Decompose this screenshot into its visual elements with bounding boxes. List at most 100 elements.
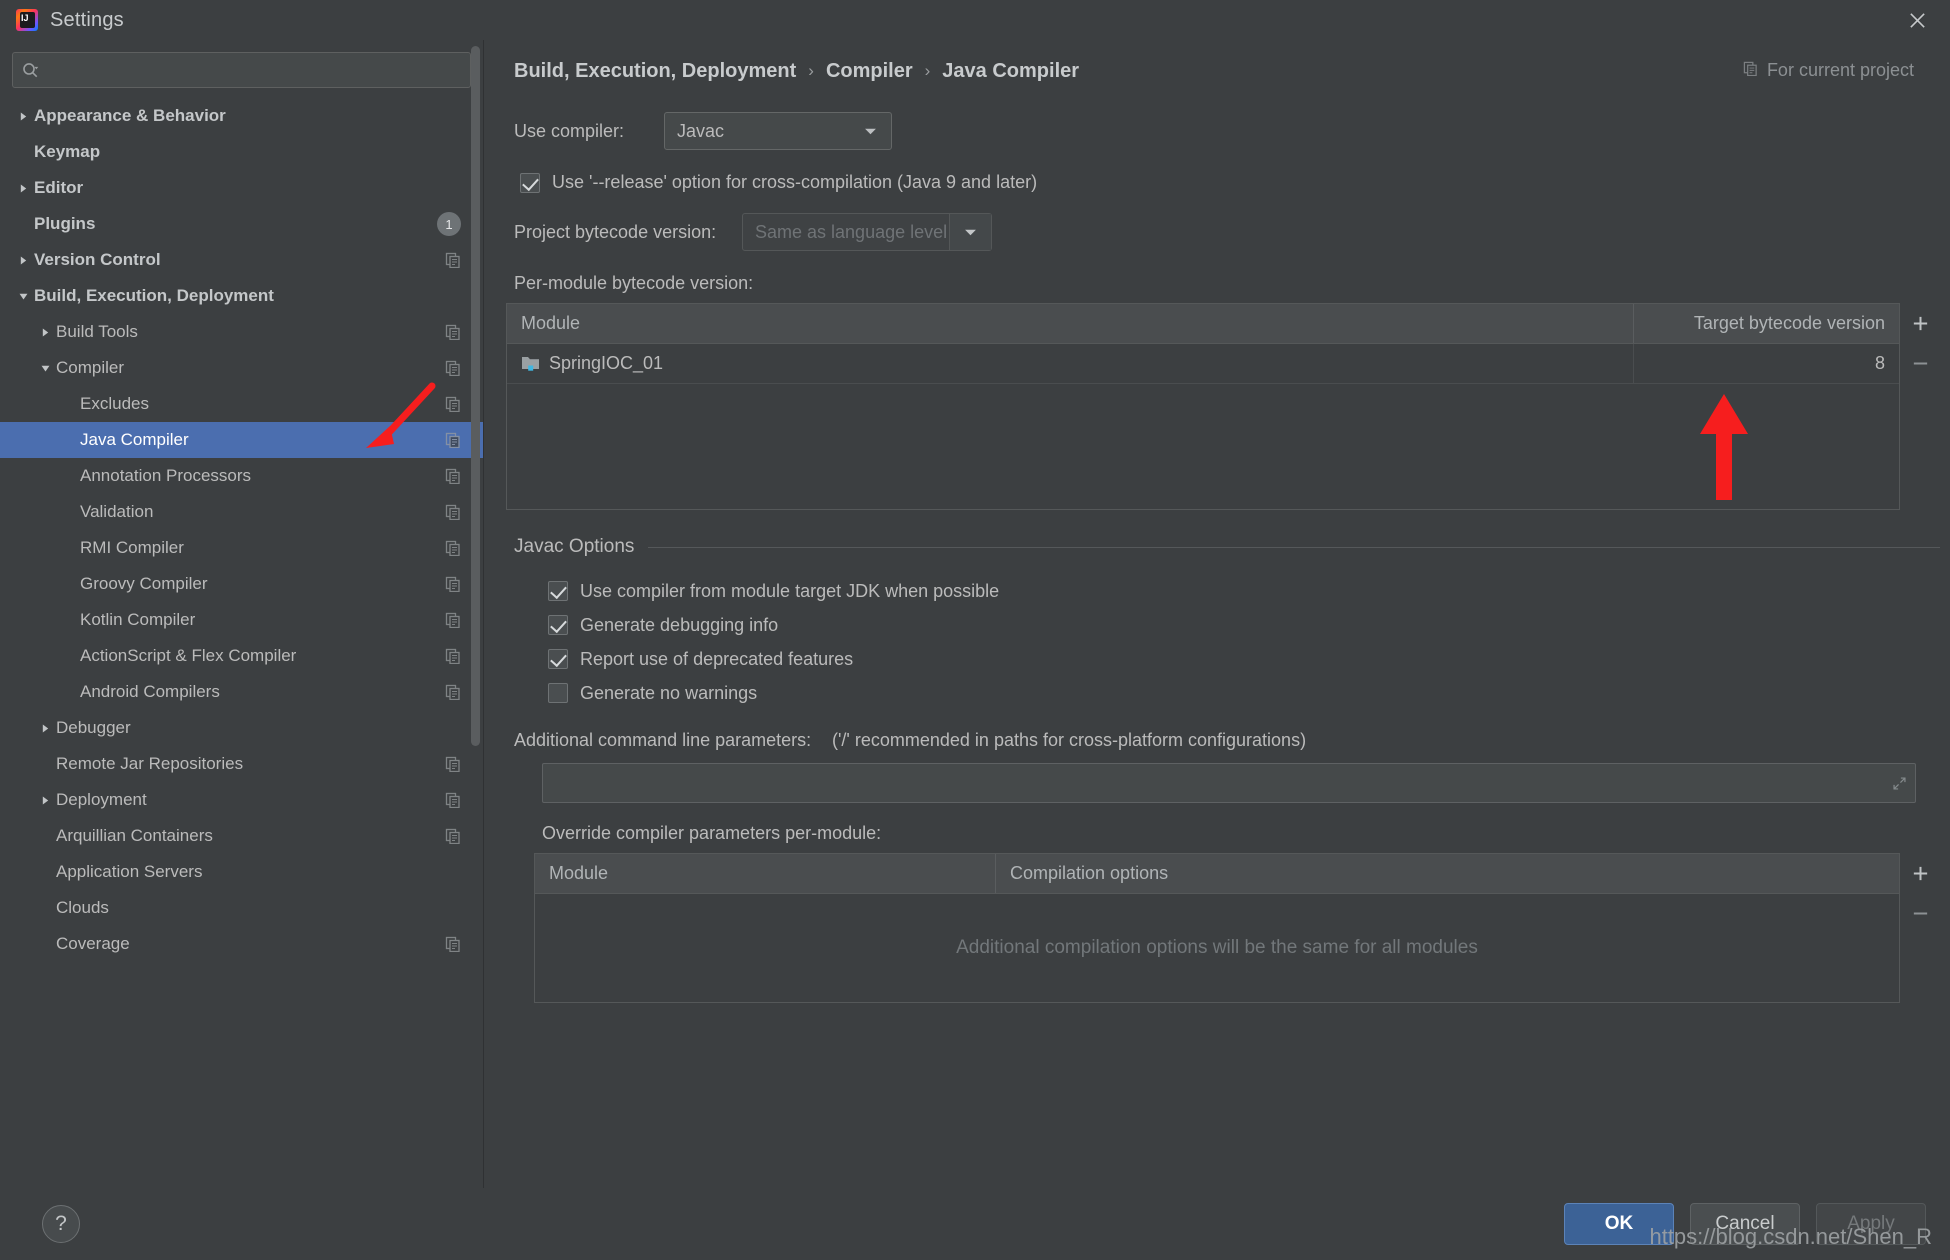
copy-settings-icon[interactable] xyxy=(445,324,461,341)
sidebar-item-label: Build Tools xyxy=(56,322,138,341)
sidebar-item-excludes[interactable]: Excludes xyxy=(0,386,483,422)
javac-option-checkbox[interactable] xyxy=(548,581,568,601)
column-header-target-bytecode[interactable]: Target bytecode version xyxy=(1633,304,1899,343)
sidebar-item-remote-jar-repositories[interactable]: Remote Jar Repositories xyxy=(0,746,483,782)
sidebar-item-android-compilers[interactable]: Android Compilers xyxy=(0,674,483,710)
sidebar-item-kotlin-compiler[interactable]: Kotlin Compiler xyxy=(0,602,483,638)
copy-settings-icon[interactable] xyxy=(445,612,461,629)
module-cell[interactable]: SpringIOC_01 xyxy=(507,344,1633,383)
sidebar-item-validation[interactable]: Validation xyxy=(0,494,483,530)
sidebar-item-build-execution-deployment[interactable]: Build, Execution, Deployment xyxy=(0,278,483,314)
cancel-button[interactable]: Cancel xyxy=(1690,1203,1800,1245)
breadcrumb-item-1[interactable]: Compiler xyxy=(826,60,913,83)
javac-option-checkbox[interactable] xyxy=(548,683,568,703)
javac-option-row[interactable]: Use compiler from module target JDK when… xyxy=(506,574,1950,608)
chevron-right-icon[interactable] xyxy=(12,112,34,121)
override-table-header: Module Compilation options xyxy=(535,854,1899,894)
copy-settings-icon[interactable] xyxy=(445,504,461,521)
sidebar-item-build-tools[interactable]: Build Tools xyxy=(0,314,483,350)
copy-settings-icon[interactable] xyxy=(445,936,461,953)
copy-settings-icon[interactable] xyxy=(445,252,461,269)
copy-settings-icon[interactable] xyxy=(445,792,461,809)
sidebar-item-java-compiler[interactable]: Java Compiler xyxy=(0,422,483,458)
sidebar-item-deployment[interactable]: Deployment xyxy=(0,782,483,818)
additional-params-field-wrap xyxy=(542,763,1916,803)
column-header-compilation-options[interactable]: Compilation options xyxy=(995,854,1899,893)
sidebar-item-annotation-processors[interactable]: Annotation Processors xyxy=(0,458,483,494)
scope-indicator[interactable]: For current project xyxy=(1743,60,1914,81)
sidebar-item-keymap[interactable]: Keymap xyxy=(0,134,483,170)
use-compiler-select[interactable]: Javac xyxy=(664,112,892,150)
search-box[interactable] xyxy=(12,52,471,88)
javac-option-checkbox[interactable] xyxy=(548,649,568,669)
javac-option-row[interactable]: Generate debugging info xyxy=(506,608,1950,642)
sidebar-item-appearance-behavior[interactable]: Appearance & Behavior xyxy=(0,98,483,134)
settings-tree[interactable]: Appearance & Behavior Keymap Editor Plugins… xyxy=(0,98,483,1188)
copy-settings-icon[interactable] xyxy=(445,684,461,701)
sidebar-scrollbar[interactable] xyxy=(471,46,480,746)
chevron-right-icon[interactable] xyxy=(34,724,56,733)
copy-settings-icon[interactable] xyxy=(445,540,461,557)
chevron-right-icon[interactable] xyxy=(34,328,56,337)
use-compiler-label: Use compiler: xyxy=(514,120,625,141)
target-bytecode-cell[interactable]: 8 xyxy=(1633,344,1899,383)
sidebar-item-clouds[interactable]: Clouds xyxy=(0,890,483,926)
breadcrumb: Build, Execution, Deployment › Compiler … xyxy=(506,40,1950,102)
remove-module-button[interactable] xyxy=(1900,343,1940,383)
add-override-button[interactable] xyxy=(1900,853,1940,893)
breadcrumb-item-0[interactable]: Build, Execution, Deployment xyxy=(514,60,796,83)
copy-settings-icon[interactable] xyxy=(445,576,461,593)
java-compiler-panel: Build, Execution, Deployment › Compiler … xyxy=(484,40,1950,1188)
sidebar-item-rmi-compiler[interactable]: RMI Compiler xyxy=(0,530,483,566)
sidebar-item-actionscript-flex-compiler[interactable]: ActionScript & Flex Compiler xyxy=(0,638,483,674)
copy-settings-icon[interactable] xyxy=(445,360,461,377)
additional-params-field[interactable] xyxy=(542,763,1916,803)
column-header-module[interactable]: Module xyxy=(507,304,1633,343)
ok-button[interactable]: OK xyxy=(1564,1203,1674,1245)
project-bytecode-select[interactable]: Same as language level xyxy=(742,213,992,251)
sidebar-item-groovy-compiler[interactable]: Groovy Compiler xyxy=(0,566,483,602)
sidebar-item-label: Appearance & Behavior xyxy=(34,106,226,125)
copy-settings-icon[interactable] xyxy=(445,468,461,485)
remove-override-button[interactable] xyxy=(1900,893,1940,933)
chevron-down-icon[interactable] xyxy=(34,364,56,373)
sidebar-item-coverage[interactable]: Coverage xyxy=(0,926,483,962)
help-button[interactable]: ? xyxy=(42,1205,80,1243)
close-icon[interactable] xyxy=(1894,4,1940,36)
chevron-right-icon[interactable] xyxy=(34,796,56,805)
javac-options-list: Use compiler from module target JDK when… xyxy=(506,574,1950,710)
copy-settings-icon[interactable] xyxy=(445,396,461,413)
copy-settings-icon[interactable] xyxy=(445,648,461,665)
table-row[interactable]: SpringIOC_01 8 xyxy=(507,344,1899,384)
additional-params-input[interactable] xyxy=(553,772,1905,794)
column-header-module[interactable]: Module xyxy=(535,854,995,893)
override-table[interactable]: Module Compilation options Additional co… xyxy=(534,853,1900,1003)
copy-settings-icon[interactable] xyxy=(445,756,461,773)
chevron-down-icon[interactable] xyxy=(12,292,34,301)
javac-option-row[interactable]: Report use of deprecated features xyxy=(506,642,1950,676)
sidebar-item-application-servers[interactable]: Application Servers xyxy=(0,854,483,890)
sidebar-item-compiler[interactable]: Compiler xyxy=(0,350,483,386)
sidebar-item-version-control[interactable]: Version Control xyxy=(0,242,483,278)
javac-option-row[interactable]: Generate no warnings xyxy=(506,676,1950,710)
per-module-label-row: Per-module bytecode version: xyxy=(506,273,1950,294)
sidebar-item-arquillian-containers[interactable]: Arquillian Containers xyxy=(0,818,483,854)
expand-icon[interactable] xyxy=(1892,776,1907,791)
release-option-row[interactable]: Use '--release' option for cross-compila… xyxy=(506,172,1950,193)
chevron-right-icon[interactable] xyxy=(12,256,34,265)
sidebar-item-label: Debugger xyxy=(56,718,131,737)
module-table[interactable]: Module Target bytecode version SpringIOC… xyxy=(506,303,1900,510)
copy-settings-icon[interactable] xyxy=(445,828,461,845)
chevron-right-icon[interactable] xyxy=(12,184,34,193)
sidebar-item-debugger[interactable]: Debugger xyxy=(0,710,483,746)
project-bytecode-value: Same as language level xyxy=(755,221,948,242)
sidebar-item-plugins[interactable]: Plugins 1 xyxy=(0,206,483,242)
sidebar-item-editor[interactable]: Editor xyxy=(0,170,483,206)
release-option-checkbox[interactable] xyxy=(520,172,540,193)
add-module-button[interactable] xyxy=(1900,303,1940,343)
additional-params-hint: ('/' recommended in paths for cross-plat… xyxy=(832,730,1307,750)
search-input[interactable] xyxy=(39,61,461,79)
copy-settings-icon[interactable] xyxy=(445,432,461,449)
javac-option-checkbox[interactable] xyxy=(548,615,568,635)
javac-options-group-header: Javac Options xyxy=(506,536,1940,558)
